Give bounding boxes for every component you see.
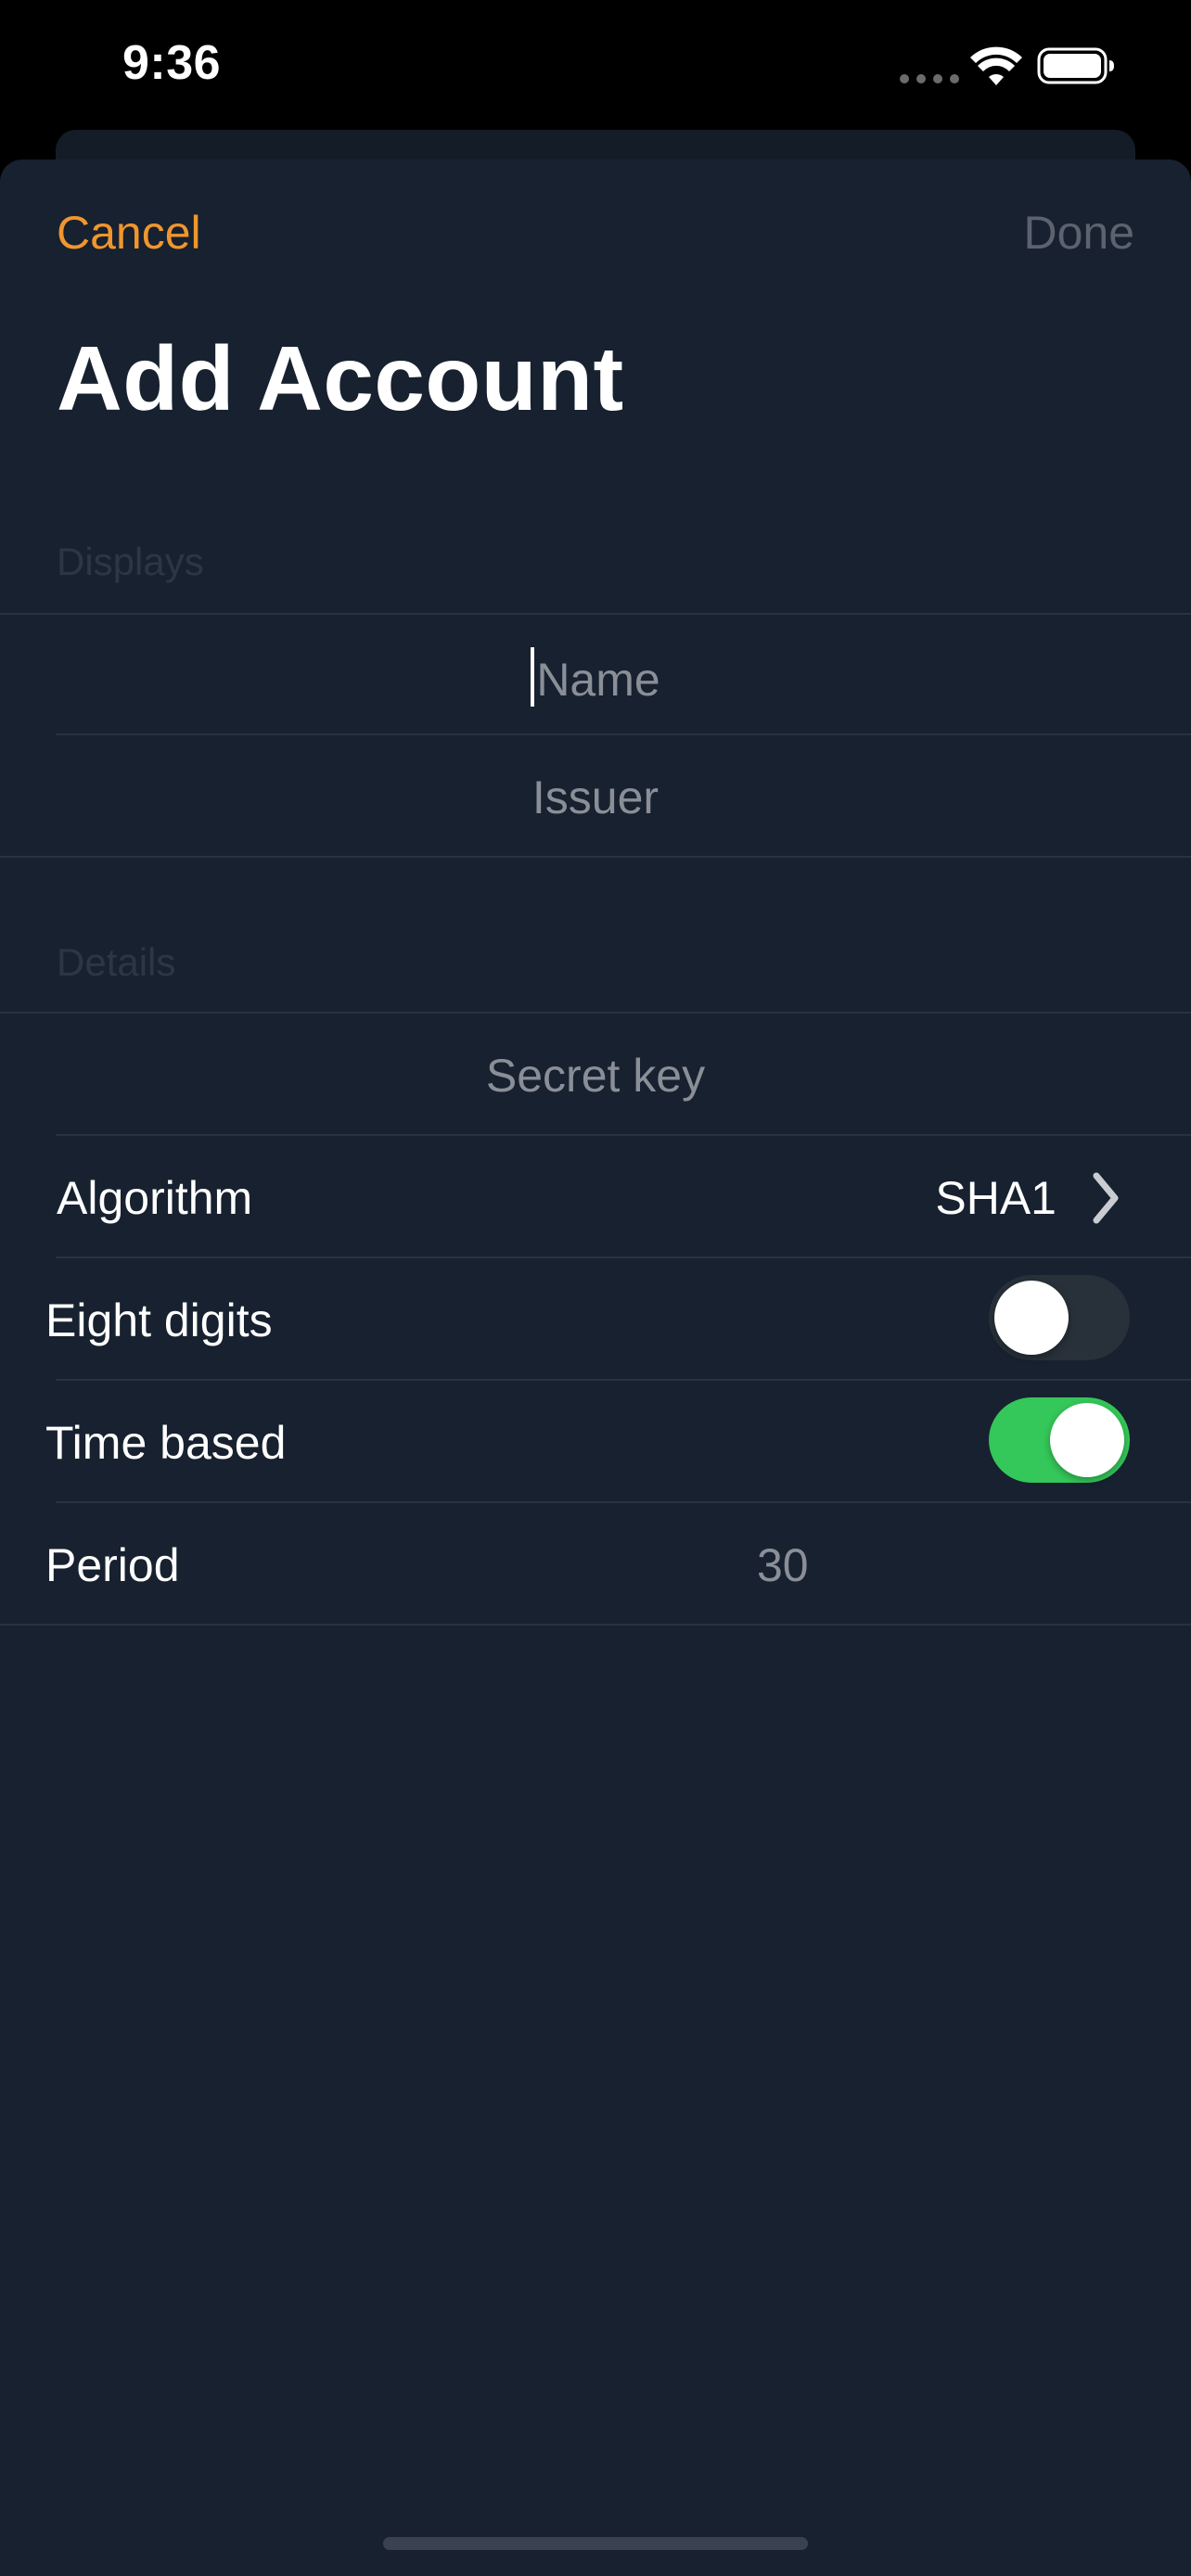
eight-digits-label: Eight digits xyxy=(45,1294,273,1346)
section-header-displays: Displays xyxy=(57,540,204,583)
issuer-field[interactable]: Issuer xyxy=(56,770,1135,825)
algorithm-value: SHA1 xyxy=(935,1172,1057,1224)
time-based-toggle[interactable] xyxy=(989,1397,1130,1483)
divider xyxy=(56,1379,1191,1381)
divider xyxy=(0,856,1191,858)
text-cursor xyxy=(531,647,535,707)
name-field[interactable]: Name xyxy=(56,647,1135,708)
time-based-label: Time based xyxy=(45,1417,287,1469)
period-value-field[interactable]: 30 xyxy=(757,1537,809,1593)
period-label: Period xyxy=(45,1539,180,1591)
divider xyxy=(56,1134,1191,1136)
screen: 9:36 Cancel Done Add Account Displays Na… xyxy=(0,0,1191,2576)
divider xyxy=(0,1012,1191,1014)
battery-icon xyxy=(1037,47,1114,84)
secret-key-field[interactable]: Secret key xyxy=(56,1048,1135,1103)
eight-digits-toggle[interactable] xyxy=(989,1275,1130,1360)
done-button[interactable]: Done xyxy=(1023,206,1134,260)
toggle-knob xyxy=(994,1281,1069,1355)
name-placeholder: Name xyxy=(536,654,660,706)
chevron-right-icon xyxy=(1093,1172,1119,1224)
cancel-button[interactable]: Cancel xyxy=(57,206,201,260)
issuer-placeholder: Issuer xyxy=(531,772,660,823)
status-time: 9:36 xyxy=(122,36,222,90)
page-title: Add Account xyxy=(57,327,624,429)
divider xyxy=(56,733,1191,735)
toggle-knob xyxy=(1050,1403,1124,1477)
divider xyxy=(56,1501,1191,1503)
status-bar: 9:36 xyxy=(0,0,1191,130)
divider xyxy=(0,1624,1191,1626)
add-account-sheet: Cancel Done Add Account Displays Name Is… xyxy=(0,159,1191,2576)
wifi-icon xyxy=(970,46,1022,85)
divider xyxy=(0,613,1191,615)
secret-key-placeholder: Secret key xyxy=(485,1050,706,1102)
home-indicator[interactable] xyxy=(383,2537,808,2550)
cellular-signal-icon xyxy=(900,74,959,83)
divider xyxy=(56,1256,1191,1258)
section-header-details: Details xyxy=(57,940,176,984)
algorithm-label: Algorithm xyxy=(57,1172,253,1224)
